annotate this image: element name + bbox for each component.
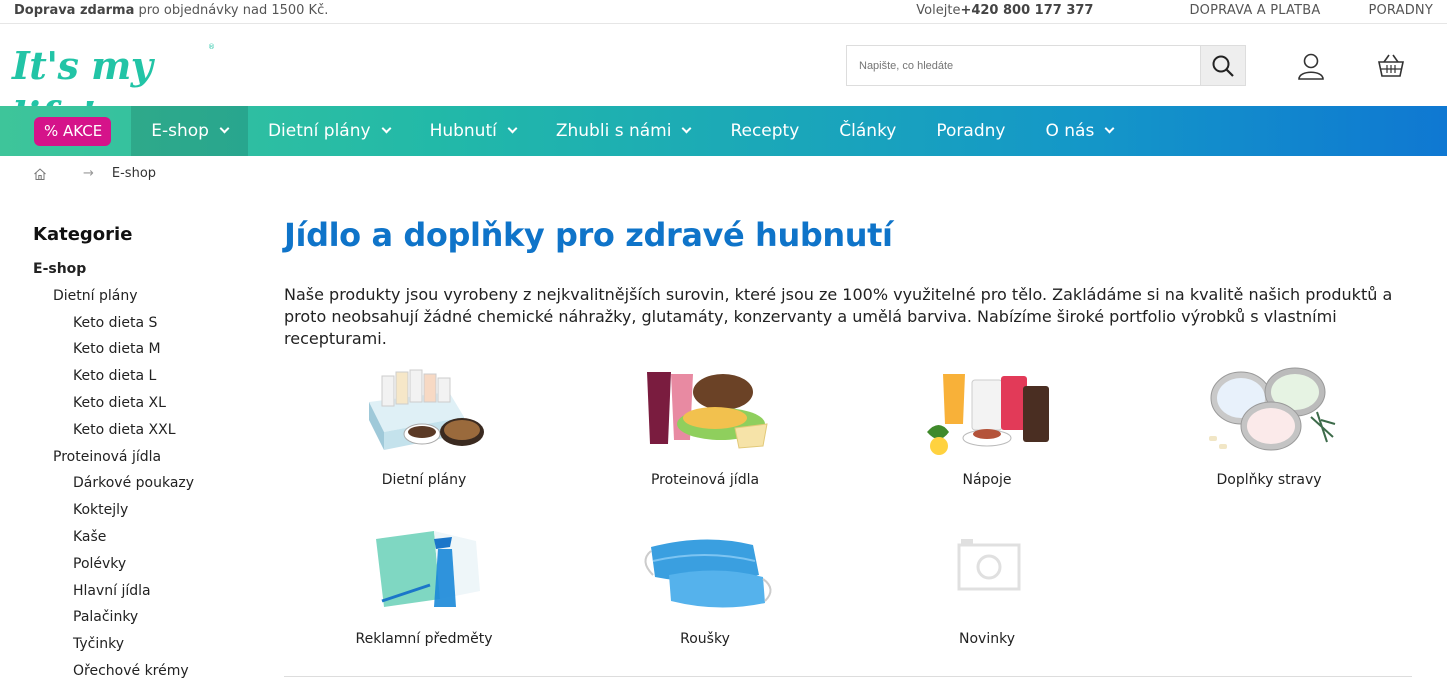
category-label: Dietní plány: [381, 472, 467, 488]
category-tile-promo-items[interactable]: Reklamní předměty: [284, 521, 564, 671]
user-icon: [1298, 53, 1324, 80]
nav-diet-plans-label: Dietní plány: [267, 121, 371, 141]
sidebar-item[interactable]: Ořechové krémy: [33, 658, 253, 685]
sidebar-item[interactable]: E-shop: [33, 256, 253, 283]
sidebar-item[interactable]: Polévky: [33, 551, 253, 578]
supplements-tins-image: [1209, 367, 1336, 451]
nav-recipes[interactable]: Recepty: [710, 106, 819, 156]
nav-eshop-label: E-shop: [151, 121, 209, 141]
sidebar-item[interactable]: Keto dieta M: [33, 336, 253, 363]
camera-placeholder-icon: [957, 539, 1021, 591]
sidebar-item[interactable]: Keto dieta XL: [33, 390, 253, 417]
sidebar-item[interactable]: Proteinová jídla: [33, 444, 253, 471]
breadcrumb-separator: →: [83, 166, 94, 181]
promo-text: pro objednávky nad 1500 Kč.: [134, 3, 329, 18]
sidebar-item[interactable]: Keto dieta S: [33, 310, 253, 337]
promo-bold: Doprava zdarma: [14, 3, 135, 18]
sidebar-title: Kategorie: [33, 224, 133, 245]
category-label: Novinky: [959, 631, 1015, 647]
intro-text: Naše produkty jsou vyrobeny z nejkvalitn…: [284, 285, 1393, 348]
search-button[interactable]: [1200, 46, 1245, 85]
sidebar-item[interactable]: Koktejly: [33, 497, 253, 524]
main-navigation: % AKCE E-shop Dietní plány Hubnutí Zhubl…: [0, 106, 1447, 156]
chevron-down-icon: [381, 123, 392, 134]
home-icon[interactable]: [33, 167, 47, 181]
nav-weight-loss-label: Hubnutí: [429, 121, 497, 141]
face-masks-image: [644, 539, 772, 608]
page-title: Jídlo a doplňky pro zdravé hubnutí: [284, 216, 893, 254]
account-button[interactable]: [1294, 49, 1328, 83]
main-content: Jídlo a doplňky pro zdravé hubnutí Naše …: [284, 216, 1414, 350]
basket-icon: [1378, 54, 1404, 77]
nav-success-stories[interactable]: Zhubli s námi: [536, 106, 711, 156]
category-tile-supplements[interactable]: Doplňky stravy: [1129, 362, 1409, 512]
sidebar-item[interactable]: Kaše: [33, 524, 253, 551]
advice-link[interactable]: PORADNY: [1368, 3, 1433, 18]
sidebar-item[interactable]: Dárkové poukazy: [33, 470, 253, 497]
phone-number[interactable]: +420 800 177 377: [960, 3, 1093, 18]
nav-success-stories-label: Zhubli s námi: [555, 121, 672, 141]
breadcrumb: → E-shop: [33, 166, 156, 181]
phone-contact[interactable]: Volejte +420 800 177 377: [916, 3, 1093, 18]
nav-about[interactable]: O nás: [1025, 106, 1133, 156]
cart-button[interactable]: [1374, 49, 1408, 83]
category-sidebar: Kategorie E-shop Dietní plány Keto dieta…: [33, 224, 253, 685]
nav-advice-label: Poradny: [936, 121, 1006, 141]
nav-articles[interactable]: Články: [819, 106, 916, 156]
search-icon: [1212, 55, 1234, 77]
diet-plan-box-image: [369, 369, 484, 450]
nav-sale-badge[interactable]: % AKCE: [34, 116, 112, 146]
category-label: Reklamní předměty: [355, 631, 493, 647]
breadcrumb-current: E-shop: [111, 166, 157, 181]
chevron-down-icon: [681, 123, 692, 134]
protein-food-image: [647, 372, 768, 449]
top-bar: Doprava zdarma pro objednávky nad 1500 K…: [0, 0, 1447, 24]
nav-about-label: O nás: [1045, 121, 1095, 141]
sidebar-item[interactable]: Palačinky: [33, 604, 253, 631]
chevron-down-icon: [1104, 123, 1115, 134]
category-label: Nápoje: [962, 472, 1012, 488]
nav-advice[interactable]: Poradny: [916, 106, 1025, 156]
category-tile-news[interactable]: Novinky: [847, 521, 1127, 671]
sidebar-item[interactable]: Tyčinky: [33, 631, 253, 658]
logo[interactable]: It's my life! ®: [12, 41, 217, 138]
header: It's my life! ®: [0, 25, 1447, 138]
promo-items-image: [376, 531, 480, 607]
nav-eshop[interactable]: E-shop: [131, 106, 248, 156]
sidebar-item[interactable]: Dietní plány: [33, 283, 253, 310]
sidebar-item[interactable]: Keto dieta XXL: [33, 417, 253, 444]
category-tile-drinks[interactable]: Nápoje: [847, 362, 1127, 512]
category-tile-protein-food[interactable]: Proteinová jídla: [565, 362, 845, 512]
search-box: [846, 45, 1246, 86]
category-label: Proteinová jídla: [650, 472, 760, 488]
sidebar-item[interactable]: Hlavní jídla: [33, 578, 253, 605]
nav-diet-plans[interactable]: Dietní plány: [248, 106, 410, 156]
nav-recipes-label: Recepty: [730, 121, 800, 141]
section-divider: [284, 676, 1412, 677]
shipping-payment-link[interactable]: DOPRAVA A PLATBA: [1189, 3, 1320, 18]
chevron-down-icon: [507, 123, 518, 134]
drinks-image: [927, 374, 1049, 455]
free-shipping-promo: Doprava zdarma pro objednávky nad 1500 K…: [14, 3, 328, 18]
nav-articles-label: Články: [839, 121, 897, 141]
search-input[interactable]: [847, 46, 1201, 85]
category-tile-face-masks[interactable]: Roušky: [565, 521, 845, 671]
chevron-down-icon: [219, 123, 230, 134]
category-label: Doplňky stravy: [1216, 472, 1322, 488]
sidebar-item[interactable]: Keto dieta L: [33, 363, 253, 390]
phone-prefix: Volejte: [916, 3, 961, 18]
nav-weight-loss[interactable]: Hubnutí: [410, 106, 536, 156]
category-label: Roušky: [680, 631, 730, 647]
category-tile-diet-plans[interactable]: Dietní plány: [284, 362, 564, 512]
logo-registered-mark: ®: [208, 43, 215, 51]
